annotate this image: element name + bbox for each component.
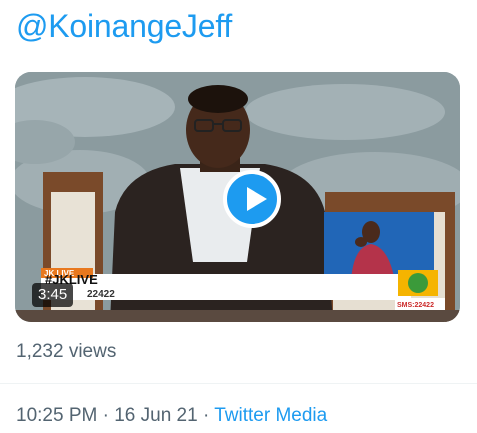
tweet-source-link[interactable]: Twitter Media <box>214 405 327 426</box>
meta-separator: · <box>97 405 115 426</box>
meta-separator-2: · <box>197 405 215 426</box>
view-count: 1,232 views <box>16 341 117 362</box>
channel-sms-label: SMS:22422 <box>397 302 434 309</box>
tweet-time[interactable]: 10:25 PM <box>16 405 97 426</box>
sms-partial-label: 22422 <box>87 289 115 300</box>
video-player[interactable]: JK LIVE #JKLIVE 22422 SMS:22422 3:45 <box>15 72 460 322</box>
play-button[interactable] <box>223 170 281 228</box>
divider <box>0 383 477 384</box>
tweet-date[interactable]: 16 Jun 21 <box>114 405 197 426</box>
tweet-metadata: 10:25 PM · 16 Jun 21 · Twitter Media <box>16 405 327 427</box>
author-handle[interactable]: @KoinangeJeff <box>16 8 232 45</box>
video-duration: 3:45 <box>32 283 74 307</box>
play-icon <box>247 187 267 211</box>
